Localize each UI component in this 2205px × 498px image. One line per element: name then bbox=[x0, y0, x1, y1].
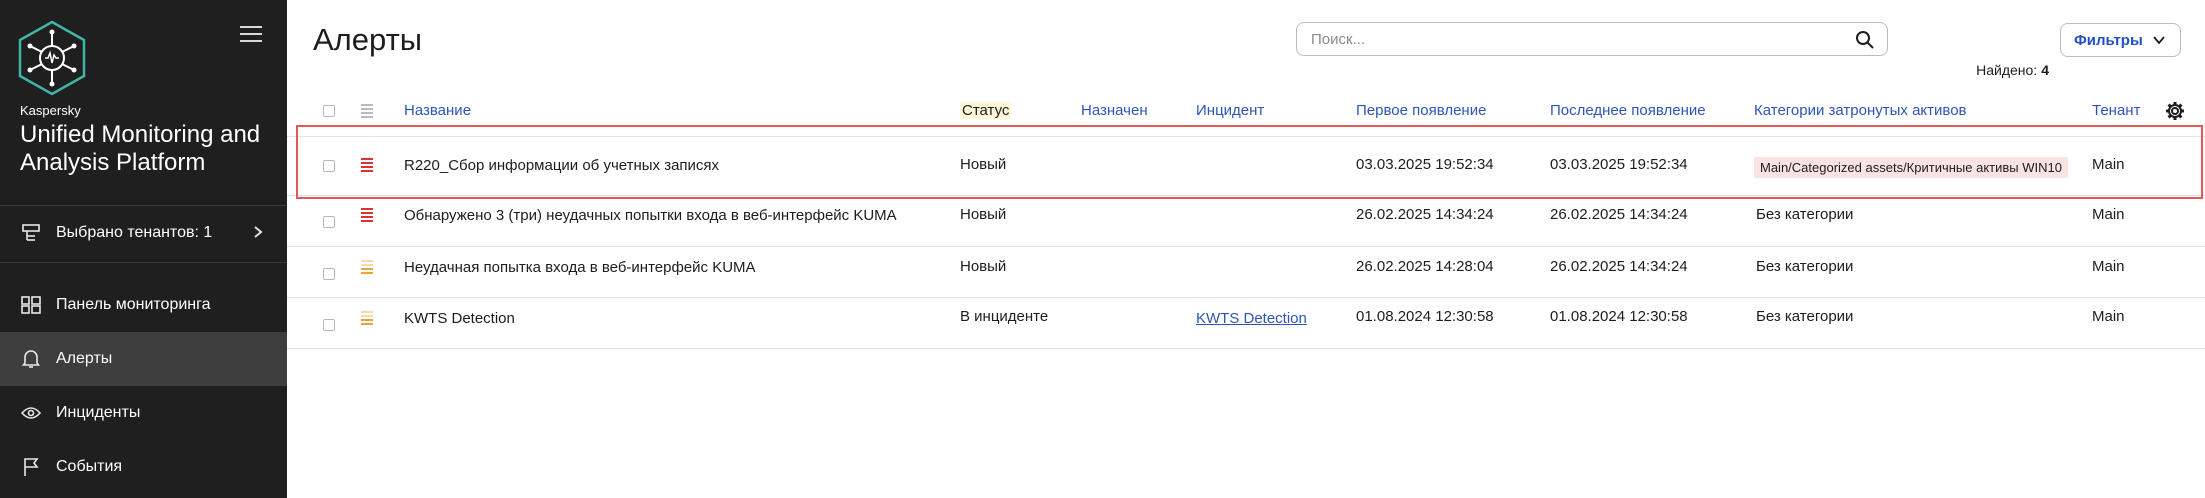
nav-item-label: События bbox=[56, 458, 123, 475]
alert-name[interactable]: Неудачная попытка входа в веб-интерфейс … bbox=[404, 259, 756, 276]
alert-name[interactable]: KWTS Detection bbox=[404, 310, 515, 327]
alert-tenant: Main bbox=[2092, 308, 2125, 325]
alert-status: Новый bbox=[960, 156, 1007, 173]
tenants-icon bbox=[20, 222, 42, 244]
row-checkbox[interactable] bbox=[323, 216, 335, 228]
column-header-incident[interactable]: Инцидент bbox=[1196, 102, 1264, 119]
alert-first-seen: 03.03.2025 19:52:34 bbox=[1356, 156, 1494, 173]
alert-tenant: Main bbox=[2092, 156, 2125, 173]
table-row[interactable]: R220_Сбор информации об учетных записях … bbox=[287, 137, 2205, 196]
search-box[interactable] bbox=[1296, 22, 1888, 56]
column-header-name[interactable]: Название bbox=[404, 102, 471, 119]
alert-status: В инциденте bbox=[960, 308, 1049, 325]
severity-high-icon bbox=[361, 208, 373, 222]
severity-high-icon bbox=[361, 158, 373, 172]
alert-last-seen: 01.08.2024 12:30:58 bbox=[1550, 308, 1688, 325]
page-title: Алерты bbox=[313, 22, 423, 57]
filters-button-label: Фильтры bbox=[2074, 31, 2143, 49]
asset-category: Без категории bbox=[1756, 258, 1854, 275]
bell-icon bbox=[20, 348, 42, 370]
column-header-asset-categories[interactable]: Категории затронутых активов bbox=[1754, 102, 1967, 119]
chevron-down-icon bbox=[2153, 36, 2165, 45]
column-header-status[interactable]: Статус bbox=[960, 102, 1012, 119]
alert-first-seen: 01.08.2024 12:30:58 bbox=[1356, 308, 1494, 325]
search-icon[interactable] bbox=[1855, 30, 1875, 50]
alert-status: Новый bbox=[960, 258, 1007, 275]
nav-item-dashboard[interactable]: Панель мониторинга bbox=[0, 278, 287, 332]
brand-vendor: Kaspersky bbox=[20, 103, 81, 118]
table-row[interactable]: Неудачная попытка входа в веб-интерфейс … bbox=[287, 247, 2205, 298]
nav-item-label: Панель мониторинга bbox=[56, 296, 211, 313]
alert-last-seen: 26.02.2025 14:34:24 bbox=[1550, 258, 1688, 275]
results-count-label: Найдено: bbox=[1976, 62, 2038, 78]
alert-first-seen: 26.02.2025 14:28:04 bbox=[1356, 258, 1494, 275]
alert-last-seen: 03.03.2025 19:52:34 bbox=[1550, 156, 1688, 173]
alert-name[interactable]: R220_Сбор информации об учетных записях bbox=[404, 157, 719, 174]
search-input[interactable] bbox=[1309, 30, 1833, 49]
sidebar: Kaspersky Unified Monitoring and Analysi… bbox=[0, 0, 287, 498]
severity-medium-icon bbox=[361, 260, 373, 274]
eye-icon bbox=[20, 402, 42, 424]
select-all-checkbox[interactable] bbox=[323, 105, 335, 117]
severity-column-icon[interactable] bbox=[361, 104, 373, 118]
nav-item-label: Алерты bbox=[56, 350, 113, 367]
kuma-logo-icon bbox=[18, 20, 86, 96]
severity-medium-icon bbox=[361, 311, 373, 325]
brand-product-title: Unified Monitoring and Analysis Platform bbox=[20, 121, 261, 176]
sidebar-divider bbox=[0, 262, 287, 263]
nav-item-alerts[interactable]: Алерты bbox=[0, 332, 287, 386]
dashboard-icon bbox=[20, 294, 42, 316]
incident-link[interactable]: KWTS Detection bbox=[1196, 310, 1307, 327]
asset-category: Без категории bbox=[1756, 308, 1854, 325]
alert-name[interactable]: Обнаружено 3 (три) неудачных попытки вхо… bbox=[404, 207, 897, 224]
row-checkbox[interactable] bbox=[323, 160, 335, 172]
alert-first-seen: 26.02.2025 14:34:24 bbox=[1356, 206, 1494, 223]
table-row[interactable]: Обнаружено 3 (три) неудачных попытки вхо… bbox=[287, 196, 2205, 247]
asset-category-chip: Main/Categorized assets/Критичные активы… bbox=[1754, 157, 2068, 178]
tenant-selector[interactable]: Выбрано тенантов: 1 bbox=[0, 206, 287, 260]
tenant-selector-label: Выбрано тенантов: 1 bbox=[56, 224, 213, 241]
alert-tenant: Main bbox=[2092, 206, 2125, 223]
alert-last-seen: 26.02.2025 14:34:24 bbox=[1550, 206, 1688, 223]
alert-status: Новый bbox=[960, 206, 1007, 223]
filters-button[interactable]: Фильтры bbox=[2060, 23, 2181, 57]
results-count: Найдено: 4 bbox=[1976, 62, 2049, 78]
column-header-last-seen[interactable]: Последнее появление bbox=[1550, 102, 1706, 119]
chevron-right-icon bbox=[252, 223, 264, 244]
asset-category: Без категории bbox=[1756, 206, 1854, 223]
column-header-tenant[interactable]: Тенант bbox=[2092, 102, 2140, 119]
results-count-value: 4 bbox=[2041, 62, 2049, 78]
table-header: Название Статус Назначен Инцидент Первое… bbox=[287, 98, 2205, 126]
menu-toggle-icon[interactable] bbox=[240, 26, 262, 44]
column-settings-gear-icon[interactable] bbox=[2165, 101, 2185, 121]
column-header-assigned[interactable]: Назначен bbox=[1081, 102, 1148, 119]
row-checkbox[interactable] bbox=[323, 268, 335, 280]
main-content: Алерты Фильтры Найдено:4 Название Статус… bbox=[287, 0, 2205, 498]
table-row[interactable]: KWTS Detection В инциденте KWTS Detectio… bbox=[287, 298, 2205, 349]
alert-tenant: Main bbox=[2092, 258, 2125, 275]
flag-icon bbox=[20, 456, 42, 478]
nav-item-events[interactable]: События bbox=[0, 440, 287, 494]
column-header-first-seen[interactable]: Первое появление bbox=[1356, 102, 1486, 119]
nav-item-label: Инциденты bbox=[56, 404, 141, 421]
row-checkbox[interactable] bbox=[323, 319, 335, 331]
nav-item-incidents[interactable]: Инциденты bbox=[0, 386, 287, 440]
